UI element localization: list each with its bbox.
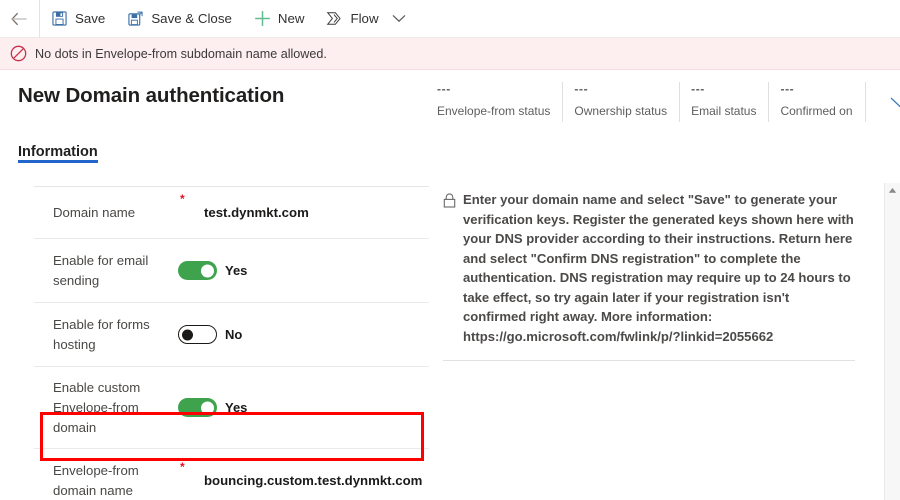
field-value-container: Yes [172, 398, 429, 417]
tab-selected-underline [18, 160, 98, 163]
save-and-close-icon [127, 10, 144, 27]
field-row-enable-forms-hosting: Enable for forms hosting No [34, 303, 429, 367]
status-value: --- [574, 82, 589, 96]
tab-strip: Information [18, 143, 98, 171]
save-and-close-button[interactable]: Save & Close [116, 0, 243, 38]
error-notification-bar: No dots in Envelope-from subdomain name … [0, 38, 900, 70]
status-label: Confirmed on [780, 104, 853, 118]
help-text: Enter your domain name and select "Save"… [463, 192, 854, 344]
page-header: New Domain authentication --- Envelope-f… [0, 70, 900, 132]
field-label: Domain name [53, 204, 136, 220]
required-indicator-icon: * [180, 460, 185, 474]
field-value-container[interactable]: * bouncing.custom.test.dynmkt.com [172, 461, 429, 488]
new-button-label: New [277, 11, 305, 26]
flow-icon [326, 10, 343, 27]
status-label: Ownership status [574, 104, 668, 118]
lock-icon [443, 190, 456, 346]
scroll-up-arrow-icon[interactable] [888, 187, 897, 194]
plus-icon [254, 10, 271, 27]
flow-button-label: Flow [350, 11, 379, 26]
toggle-state-label: Yes [225, 400, 248, 415]
command-overflow-button[interactable] [390, 0, 412, 38]
save-button[interactable]: Save [40, 0, 116, 38]
envelope-from-domain-name-value: bouncing.custom.test.dynmkt.com [204, 473, 423, 488]
domain-name-value: test.dynmkt.com [204, 205, 309, 220]
toggle-knob [182, 329, 193, 340]
toggle-knob [201, 264, 214, 277]
status-value: --- [691, 82, 705, 96]
tab-information-label: Information [18, 144, 98, 160]
field-label: Enable for forms hosting [53, 316, 150, 352]
information-form: Domain name * test.dynmkt.com Enable for… [34, 186, 429, 500]
prohibited-icon [10, 45, 27, 62]
save-button-label: Save [75, 11, 106, 26]
status-envelope-from: --- Envelope-from status [437, 82, 564, 122]
field-label: Envelope-from domain name [53, 462, 139, 498]
field-value-container: No [172, 325, 429, 344]
toggle-state-label: No [225, 327, 243, 342]
toggle-switch-off [178, 325, 217, 344]
toggle-switch-on [178, 398, 217, 417]
field-row-domain-name: Domain name * test.dynmkt.com [34, 187, 429, 239]
field-label: Enable custom Envelope-from domain [53, 379, 141, 435]
field-label: Enable for email sending [53, 252, 149, 288]
record-status-group: --- Envelope-from status --- Ownership s… [437, 82, 900, 122]
new-button[interactable]: New [243, 0, 316, 38]
status-value: --- [780, 82, 795, 96]
page-title: New Domain authentication [18, 84, 285, 107]
status-value: --- [437, 82, 451, 96]
status-label: Email status [691, 104, 757, 118]
status-email: --- Email status [691, 82, 770, 122]
help-panel: Enter your domain name and select "Save"… [443, 190, 855, 361]
header-expand-button[interactable] [889, 96, 900, 111]
field-value-container[interactable]: * test.dynmkt.com [172, 193, 429, 220]
required-indicator-icon: * [180, 192, 185, 206]
tab-information[interactable]: Information [18, 144, 98, 171]
toggle-enable-custom-envelope-from[interactable]: Yes [178, 398, 247, 417]
field-row-enable-email-sending: Enable for email sending Yes [34, 239, 429, 303]
status-ownership: --- Ownership status [574, 82, 681, 122]
back-arrow-icon [11, 12, 28, 26]
field-row-enable-custom-envelope-from: Enable custom Envelope-from domain Yes [34, 367, 429, 449]
toggle-knob [201, 401, 214, 414]
status-confirmed-on: --- Confirmed on [780, 82, 866, 122]
error-message: No dots in Envelope-from subdomain name … [35, 46, 327, 61]
toggle-enable-forms-hosting[interactable]: No [178, 325, 242, 344]
toggle-switch-on [178, 261, 217, 280]
status-label: Envelope-from status [437, 104, 551, 118]
field-row-envelope-from-domain-name: Envelope-from domain name * bouncing.cus… [34, 449, 429, 500]
vertical-scrollbar[interactable] [884, 183, 900, 500]
toggle-state-label: Yes [225, 263, 248, 278]
toggle-enable-email-sending[interactable]: Yes [178, 261, 247, 280]
app-window: Save Save & Close New Flow No dots in En… [0, 0, 900, 500]
chevron-down-icon [889, 96, 900, 111]
save-and-close-label: Save & Close [151, 11, 232, 26]
back-button[interactable] [0, 0, 40, 38]
field-value-container: Yes [172, 261, 429, 280]
command-bar: Save Save & Close New Flow [0, 0, 900, 38]
save-floppy-icon [51, 10, 68, 27]
flow-button[interactable]: Flow [315, 0, 389, 38]
chevron-down-icon [392, 14, 406, 23]
